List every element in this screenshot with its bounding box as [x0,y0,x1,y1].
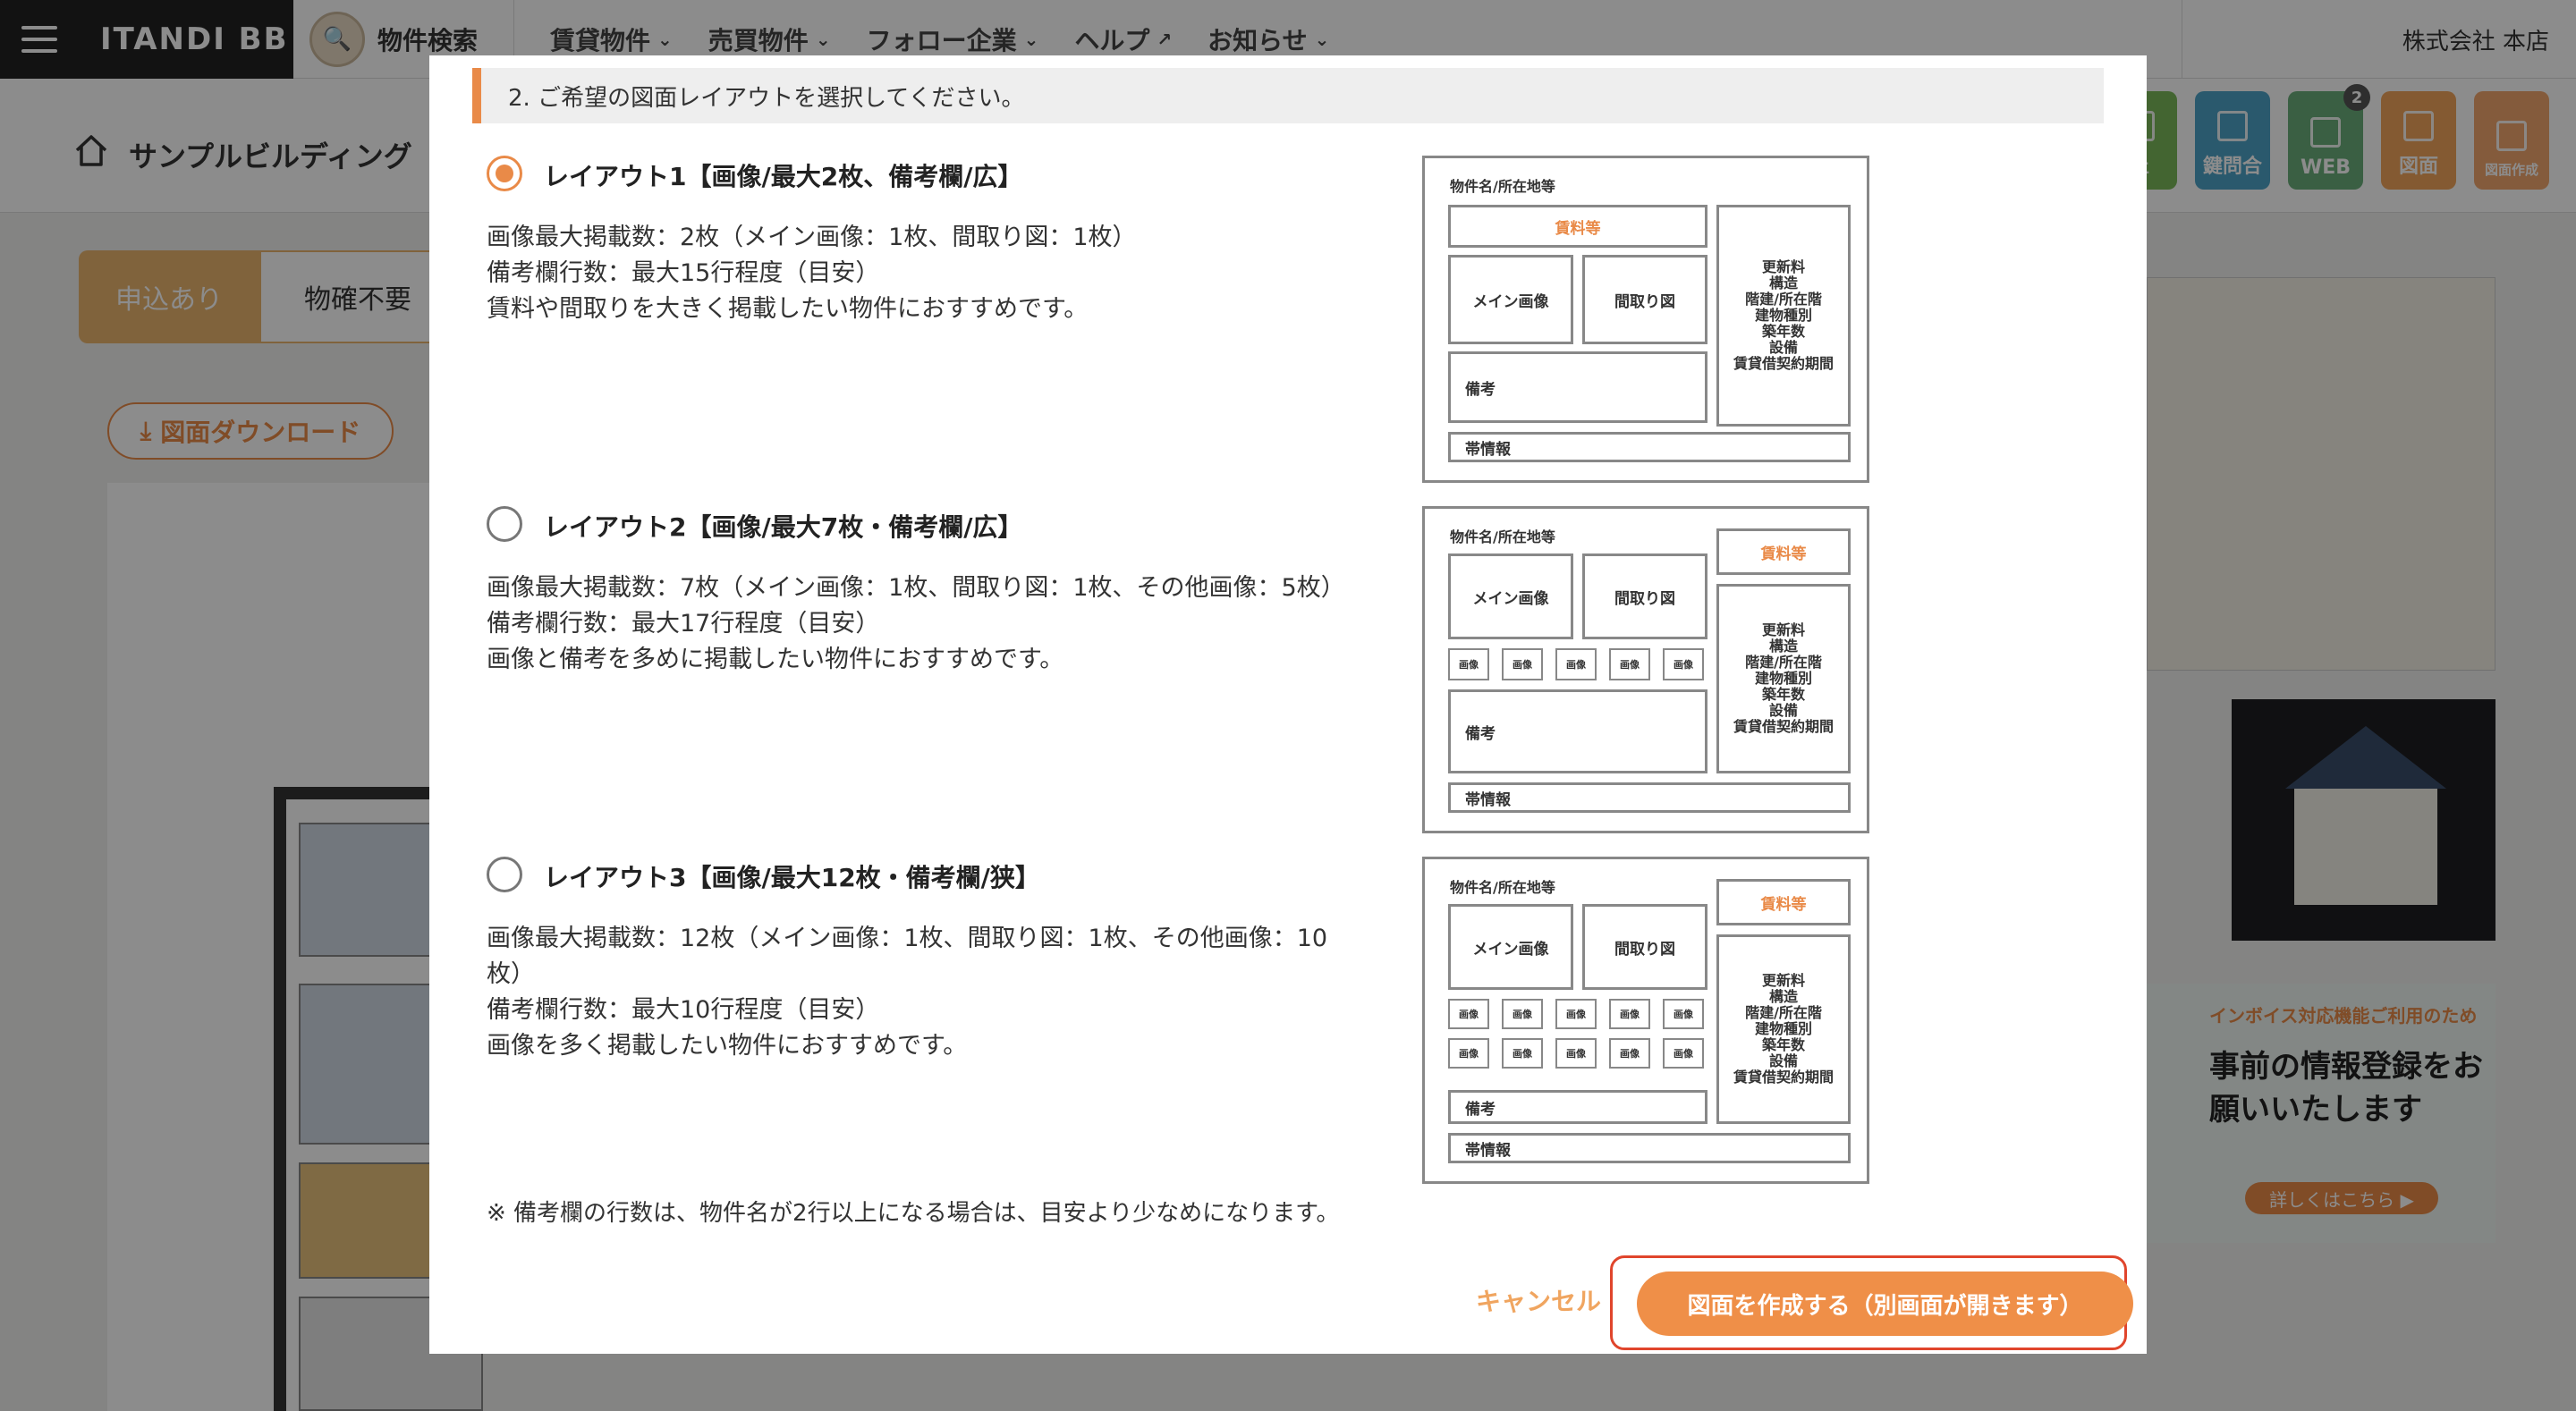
spec-label: 構造 [1768,638,1798,655]
diagram-image: 画像 [1609,1038,1650,1069]
spec-label: 設備 [1768,1052,1798,1069]
spec-label: 建物種別 [1754,670,1812,687]
diagram-specs: 更新料 構造 階建/所在階 建物種別 築年数 設備 賃貸借契約期間 [1716,584,1851,773]
diagram-header: 物件名/所在地等 [1450,879,1555,896]
desc-line: 画像最大掲載数：2枚（メイン画像：1枚、間取り図：1枚） [487,224,1137,251]
spec-label: 階建/所在階 [1745,654,1822,671]
layout-1-title[interactable]: レイアウト1【画像/最大2枚、備考欄/広】 [544,157,1022,193]
layout-option-3[interactable]: レイアウト3【画像/最大12枚・備考欄/狭】 画像最大掲載数：12枚（メイン画像… [487,857,1417,1145]
desc-line: 備考欄行数：最大15行程度（目安） [487,259,880,287]
spec-label: 階建/所在階 [1745,1004,1822,1021]
desc-line: 画像最大掲載数：7枚（メイン画像：1枚、間取り図：1枚、その他画像：5枚） [487,574,1345,602]
diagram-specs: 更新料 構造 階建/所在階 建物種別 築年数 設備 賃貸借契約期間 [1716,205,1851,427]
layout-1-radio[interactable] [487,156,522,191]
diagram-header: 物件名/所在地等 [1450,528,1555,545]
diagram-remarks: 備考 [1448,689,1707,773]
diagram-image: 画像 [1502,1038,1543,1069]
diagram-remarks: 備考 [1448,1090,1707,1124]
desc-line: 賃料や間取りを大きく掲載したい物件におすすめです。 [487,295,1089,323]
diagram-rent: 賃料等 [1448,205,1707,248]
spec-label: 賃貸借契約期間 [1733,355,1834,372]
diagram-specs: 更新料 構造 階建/所在階 建物種別 築年数 設備 賃貸借契約期間 [1716,934,1851,1124]
diagram-image: 画像 [1609,648,1650,680]
cancel-button[interactable]: キャンセル [1476,1282,1601,1318]
layout-option-1[interactable]: レイアウト1【画像/最大2枚、備考欄/広】 画像最大掲載数：2枚（メイン画像：1… [487,156,1417,426]
diagram-band: 帯情報 [1448,782,1851,813]
diagram-image: 画像 [1663,1038,1704,1069]
layout-2-preview[interactable]: 物件名/所在地等 賃料等 メイン画像 間取り図 更新料 構造 階建/所在階 建物… [1422,506,1869,833]
layout-2-radio[interactable] [487,506,522,542]
desc-line: 備考欄行数：最大17行程度（目安） [487,610,880,638]
diagram-floor-plan: 間取り図 [1582,904,1707,990]
layout-2-description: 画像最大掲載数：7枚（メイン画像：1枚、間取り図：1枚、その他画像：5枚） 備考… [487,570,1390,678]
diagram-rent: 賃料等 [1716,879,1851,925]
diagram-header: 物件名/所在地等 [1450,178,1555,195]
section-heading: 2. ご希望の図面レイアウトを選択してください。 [472,68,2104,123]
layout-1-preview[interactable]: 物件名/所在地等 賃料等 更新料 構造 階建/所在階 建物種別 築年数 設備 賃… [1422,156,1869,483]
diagram-image: 画像 [1502,648,1543,680]
spec-label: 設備 [1768,702,1798,719]
diagram-image: 画像 [1448,648,1489,680]
spec-label: 築年数 [1761,686,1805,703]
spec-label: 建物種別 [1754,307,1812,324]
desc-line: 画像最大掲載数：12枚（メイン画像：1枚、間取り図：1枚、その他画像：10枚） [487,925,1328,988]
desc-line: 備考欄行数：最大10行程度（目安） [487,996,880,1024]
spec-label: 構造 [1768,988,1798,1005]
create-floorplan-submit-button[interactable]: 図面を作成する（別画面が開きます） [1637,1272,2133,1336]
diagram-image: 画像 [1555,1038,1597,1069]
layout-option-2[interactable]: レイアウト2【画像/最大7枚・備考欄/広】 画像最大掲載数：7枚（メイン画像：1… [487,506,1417,776]
diagram-floor-plan: 間取り図 [1582,553,1707,639]
spec-label: 構造 [1768,275,1798,291]
layout-3-description: 画像最大掲載数：12枚（メイン画像：1枚、間取り図：1枚、その他画像：10枚） … [487,921,1363,1064]
layout-1-description: 画像最大掲載数：2枚（メイン画像：1枚、間取り図：1枚） 備考欄行数：最大15行… [487,220,1390,327]
diagram-band: 帯情報 [1448,432,1851,462]
desc-line: 画像を多く掲載したい物件におすすめです。 [487,1032,968,1060]
diagram-image: 画像 [1502,999,1543,1029]
diagram-image: 画像 [1448,999,1489,1029]
diagram-main-image: メイン画像 [1448,255,1573,344]
diagram-rent: 賃料等 [1716,528,1851,575]
spec-label: 設備 [1768,339,1798,356]
diagram-image: 画像 [1555,648,1597,680]
desc-line: 画像と備考を多めに掲載したい物件におすすめです。 [487,646,1064,673]
spec-label: 更新料 [1761,621,1805,638]
diagram-image: 画像 [1663,648,1704,680]
diagram-main-image: メイン画像 [1448,904,1573,990]
remarks-note: ※ 備考欄の行数は、物件名が2行以上になる場合は、目安より少なめになります。 [487,1200,1340,1227]
spec-label: 賃貸借契約期間 [1733,718,1834,735]
diagram-image: 画像 [1555,999,1597,1029]
spec-label: 階建/所在階 [1745,291,1822,308]
diagram-image: 画像 [1663,999,1704,1029]
spec-label: 築年数 [1761,323,1805,340]
layout-3-radio[interactable] [487,857,522,892]
layout-select-modal: 2. ご希望の図面レイアウトを選択してください。 レイアウト1【画像/最大2枚、… [429,55,2147,1354]
layout-2-title[interactable]: レイアウト2【画像/最大7枚・備考欄/広】 [544,508,1022,544]
diagram-image: 画像 [1609,999,1650,1029]
spec-label: 建物種別 [1754,1020,1812,1037]
diagram-image: 画像 [1448,1038,1489,1069]
diagram-remarks: 備考 [1448,351,1707,423]
diagram-floor-plan: 間取り図 [1582,255,1707,344]
spec-label: 賃貸借契約期間 [1733,1069,1834,1086]
diagram-main-image: メイン画像 [1448,553,1573,639]
spec-label: 更新料 [1761,972,1805,989]
spec-label: 更新料 [1761,258,1805,275]
layout-3-title[interactable]: レイアウト3【画像/最大12枚・備考欄/狭】 [544,858,1040,894]
diagram-band: 帯情報 [1448,1133,1851,1163]
spec-label: 築年数 [1761,1036,1805,1053]
layout-3-preview[interactable]: 物件名/所在地等 賃料等 メイン画像 間取り図 更新料 構造 階建/所在階 建物… [1422,857,1869,1184]
